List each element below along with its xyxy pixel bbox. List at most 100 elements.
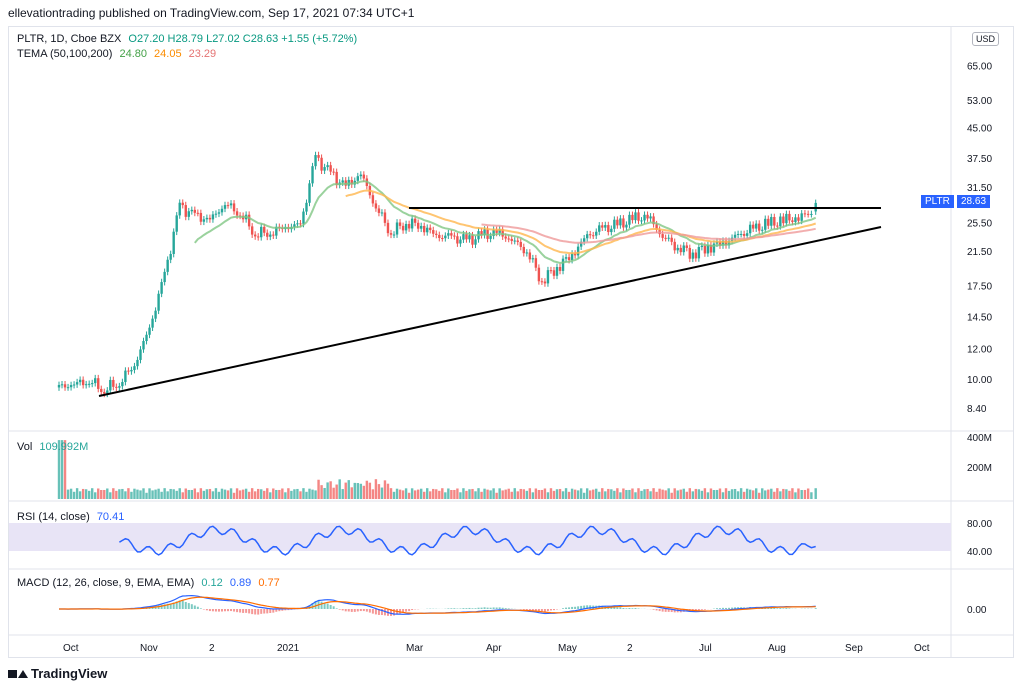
candle-body	[531, 258, 535, 260]
candle-body	[733, 234, 737, 238]
volume-tick-label: 400M	[967, 433, 992, 444]
volume-bar	[154, 489, 157, 499]
volume-bar	[413, 490, 417, 499]
macd-histogram-bar	[359, 609, 362, 612]
macd-histogram-bar	[468, 607, 471, 609]
volume-bar	[640, 490, 643, 499]
candle-body	[755, 223, 758, 229]
macd-legend[interactable]: MACD (12, 26, close, 9, EMA, EMA) 0.12 0…	[17, 577, 284, 589]
volume-bar	[383, 480, 387, 499]
candle-body	[404, 223, 408, 231]
candle-body	[468, 235, 471, 240]
candle-body	[598, 225, 601, 232]
candle-body	[462, 234, 465, 240]
price-tick-label: 25.50	[967, 218, 992, 229]
candle-body	[616, 219, 619, 226]
volume-bar	[773, 491, 776, 499]
macd-histogram-bar	[263, 609, 266, 614]
candle-body	[299, 223, 302, 225]
volume-bar	[748, 489, 752, 499]
candle-body	[257, 236, 260, 238]
volume-bar	[205, 489, 209, 499]
candle-body	[253, 234, 257, 237]
volume-legend[interactable]: Vol 109.992M	[17, 441, 92, 453]
macd-histogram-bar	[477, 607, 480, 609]
macd-histogram-bar	[483, 607, 486, 609]
macd-histogram-bar	[565, 607, 568, 609]
volume-bar	[782, 488, 785, 499]
volume-bar	[492, 488, 495, 499]
candle-body	[453, 235, 456, 237]
candle-body	[69, 385, 73, 388]
volume-bar	[474, 491, 477, 499]
volume-bar	[634, 492, 637, 499]
candle-body	[97, 378, 100, 389]
volume-bar	[543, 488, 547, 499]
volume-bar	[697, 489, 701, 499]
candle-body	[555, 266, 559, 276]
candle-body	[634, 212, 637, 221]
candle-body	[649, 216, 652, 219]
macd-tick-label: 0.00	[967, 605, 987, 616]
candle-body	[525, 252, 529, 254]
candle-body	[220, 208, 224, 213]
time-tick-label: May	[558, 643, 577, 654]
volume-bar	[564, 488, 568, 499]
macd-histogram-bar	[447, 608, 450, 609]
volume-bar	[561, 491, 565, 499]
macd-histogram-bar	[661, 609, 664, 612]
candle-body	[489, 235, 492, 239]
volume-bar	[776, 488, 779, 499]
volume-bar	[501, 490, 504, 499]
candle-body	[770, 217, 773, 226]
candle-body	[142, 341, 145, 350]
macd-histogram-bar	[266, 609, 269, 614]
chart-frame[interactable]: 65.00 53.00 45.00 37.50 31.50 25.50 21.50 17.50…	[8, 26, 1014, 658]
volume-bar	[275, 489, 278, 499]
tradingview-footer[interactable]: TradingView	[8, 666, 107, 681]
rsi-legend[interactable]: RSI (14, close) 70.41	[17, 511, 128, 523]
candle-body	[564, 257, 568, 259]
candle-body	[263, 226, 266, 233]
macd-histogram-bar	[214, 609, 217, 612]
symbol-info[interactable]: PLTR, 1D, Cboe BZX	[17, 33, 121, 45]
volume-bar	[570, 488, 574, 499]
volume-bar	[371, 489, 375, 499]
candle-body	[519, 241, 522, 247]
volume-bar	[613, 490, 616, 499]
chart-canvas[interactable]: 65.00 53.00 45.00 37.50 31.50 25.50 21.50 17.50…	[9, 27, 1013, 657]
candle-body	[419, 225, 423, 229]
candle-body	[184, 205, 187, 217]
volume-bar	[160, 491, 163, 499]
candle-body	[163, 271, 166, 283]
price-tick-label: 65.00	[967, 62, 992, 73]
macd-histogram-bar	[631, 608, 634, 609]
tema-legend[interactable]: TEMA (50,100,200) 24.80 24.05 23.29	[17, 48, 220, 60]
currency-button[interactable]: USD	[972, 32, 1000, 46]
volume-bar	[483, 488, 486, 499]
volume-bar	[404, 488, 408, 499]
volume-bar	[127, 488, 130, 499]
candle-body	[169, 253, 172, 260]
macd-histogram-bar	[320, 601, 323, 609]
volume-bar	[130, 491, 133, 499]
volume-bar	[115, 490, 118, 499]
candle-body	[610, 228, 613, 233]
volume-bar	[751, 490, 755, 499]
volume-bar	[109, 492, 112, 499]
volume-bar	[764, 490, 767, 499]
volume-bar	[700, 490, 704, 499]
volume-bar	[208, 488, 212, 499]
macd-histogram-bar	[728, 607, 731, 609]
volume-bar	[187, 489, 190, 499]
volume-bar	[706, 492, 710, 499]
macd-histogram-bar	[335, 608, 338, 609]
ascending-trendline[interactable]	[98, 226, 882, 397]
candle-body	[100, 388, 103, 392]
candle-body	[534, 258, 538, 268]
candle-body	[66, 387, 70, 389]
macd-histogram-bar	[718, 608, 721, 609]
macd-histogram-bar	[368, 609, 371, 613]
macd-histogram-bar	[459, 608, 462, 609]
volume-bar	[69, 488, 73, 499]
